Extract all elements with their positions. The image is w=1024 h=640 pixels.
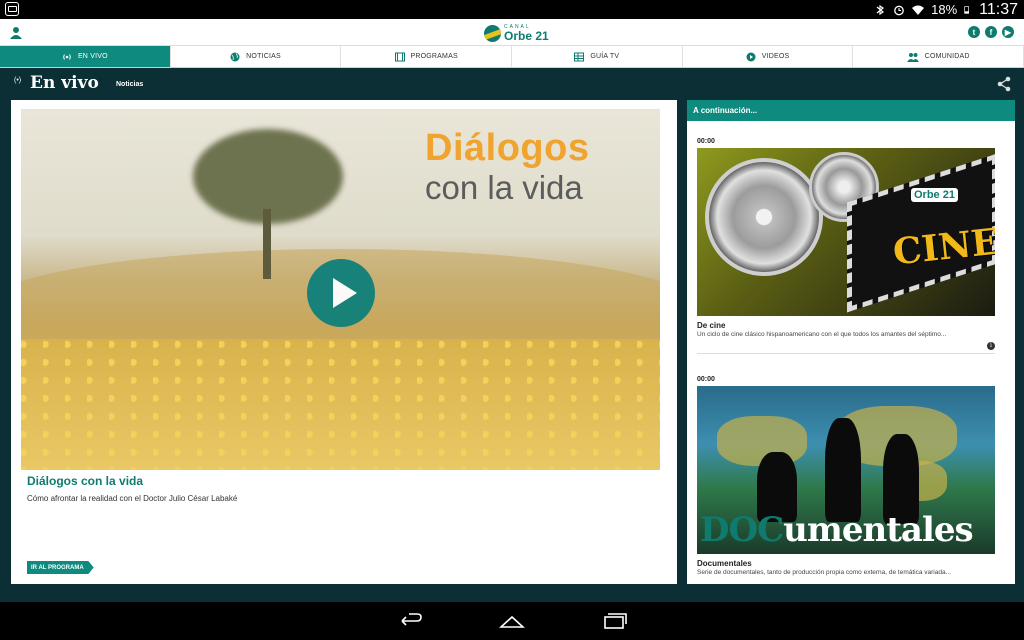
clock: 11:37 [979,0,1018,18]
wifi-icon [912,5,925,15]
alarm-icon [894,5,904,15]
app-header: CANAL Orbe 21 t f ▶ [0,19,1024,46]
program-description: Un ciclo de cine clásico hispanoamerican… [697,331,947,338]
main-content: (•) En vivo Noticias Diálogos con la vid… [0,68,1024,602]
go-to-program-button[interactable]: IR AL PROGRAMA [27,561,94,574]
tab-en-vivo[interactable]: EN VIVO [0,46,171,67]
program-title: De cine [697,321,726,330]
bluetooth-icon [876,4,885,15]
social-links: t f ▶ [968,26,1014,38]
recent-apps-icon[interactable] [602,611,628,631]
page-subtitle: Noticias [116,81,144,88]
info-icon[interactable]: i [987,342,995,350]
logo-name: Orbe 21 [504,28,549,43]
tab-videos[interactable]: VIDEOS [683,46,854,67]
up-next-panel: A continuación... 00:00 Orbe 21 CINE De … [687,100,1015,584]
schedule-time: 00:00 [697,138,715,145]
channel-logo[interactable]: CANAL Orbe 21 [484,22,549,44]
tab-guia-tv[interactable]: GUÍA TV [512,46,683,67]
status-indicators: 18% 11:37 [874,0,1018,19]
film-icon [394,52,405,61]
globe-icon [230,52,240,61]
tab-label: EN VIVO [77,53,108,60]
tab-label: GUÍA TV [590,53,620,60]
program-description: Serie de documentales, tanto de producci… [697,569,952,576]
film-reel-image [705,158,823,276]
people-icon [906,52,919,62]
logo-globe-icon [484,24,501,42]
main-nav: EN VIVO NOTICIAS PROGRAMAS GUÍA TV VIDEO… [0,46,1024,68]
tab-programas[interactable]: PROGRAMAS [341,46,513,67]
notification-icon [5,2,19,16]
battery-icon [964,5,970,14]
play-circle-icon [746,52,756,61]
back-icon[interactable] [397,611,423,631]
program-thumbnail[interactable]: Orbe 21 CINE [697,148,995,316]
live-indicator-icon: (•) [14,77,22,84]
page-title: En vivo [30,73,99,93]
program-title: Documentales [697,559,752,568]
flower-field-image [21,339,660,470]
grid-icon [574,52,585,61]
home-icon[interactable] [499,611,525,631]
share-icon[interactable] [996,76,1012,92]
status-bar: 18% 11:37 [0,0,1024,19]
thumbnail-logo: Orbe 21 [911,188,958,202]
video-player[interactable]: Diálogos con la vida [21,109,660,470]
system-nav-bar [0,602,1024,640]
tab-label: NOTICIAS [246,53,281,60]
up-next-header: A continuación... [687,100,1015,121]
broadcast-icon [63,53,71,60]
play-button[interactable] [307,259,375,327]
tab-label: VIDEOS [761,53,790,60]
program-description: Cómo afrontar la realidad con el Doctor … [27,494,238,503]
tab-comunidad[interactable]: COMUNIDAD [853,46,1024,67]
app-screen: 18% 11:37 CANAL Orbe 21 t f ▶ EN VIVO NO… [0,0,1024,640]
thumbnail-title: DOCumentales [700,510,974,550]
video-overlay-subtitle: con la vida [425,169,583,206]
youtube-icon[interactable]: ▶ [1002,26,1014,38]
tab-label: COMUNIDAD [924,53,970,60]
program-thumbnail[interactable]: DOCumentales [697,386,995,554]
player-card: Diálogos con la vida Diálogos con la vid… [11,100,677,584]
twitter-icon[interactable]: t [968,26,980,38]
video-overlay-title: Diálogos [425,127,590,169]
list-item[interactable]: 00:00 DOCumentales Documentales Serie de… [697,376,995,576]
tab-noticias[interactable]: NOTICIAS [171,46,342,67]
divider [697,353,995,354]
tab-label: PROGRAMAS [410,53,458,60]
facebook-icon[interactable]: f [985,26,997,38]
program-title[interactable]: Diálogos con la vida [27,474,143,488]
battery-percentage: 18% [931,2,958,17]
list-item[interactable]: 00:00 Orbe 21 CINE De cine Un ciclo de c… [697,138,995,350]
schedule-time: 00:00 [697,376,715,383]
page-header: (•) En vivo Noticias [0,68,1024,100]
user-icon[interactable] [10,26,22,39]
